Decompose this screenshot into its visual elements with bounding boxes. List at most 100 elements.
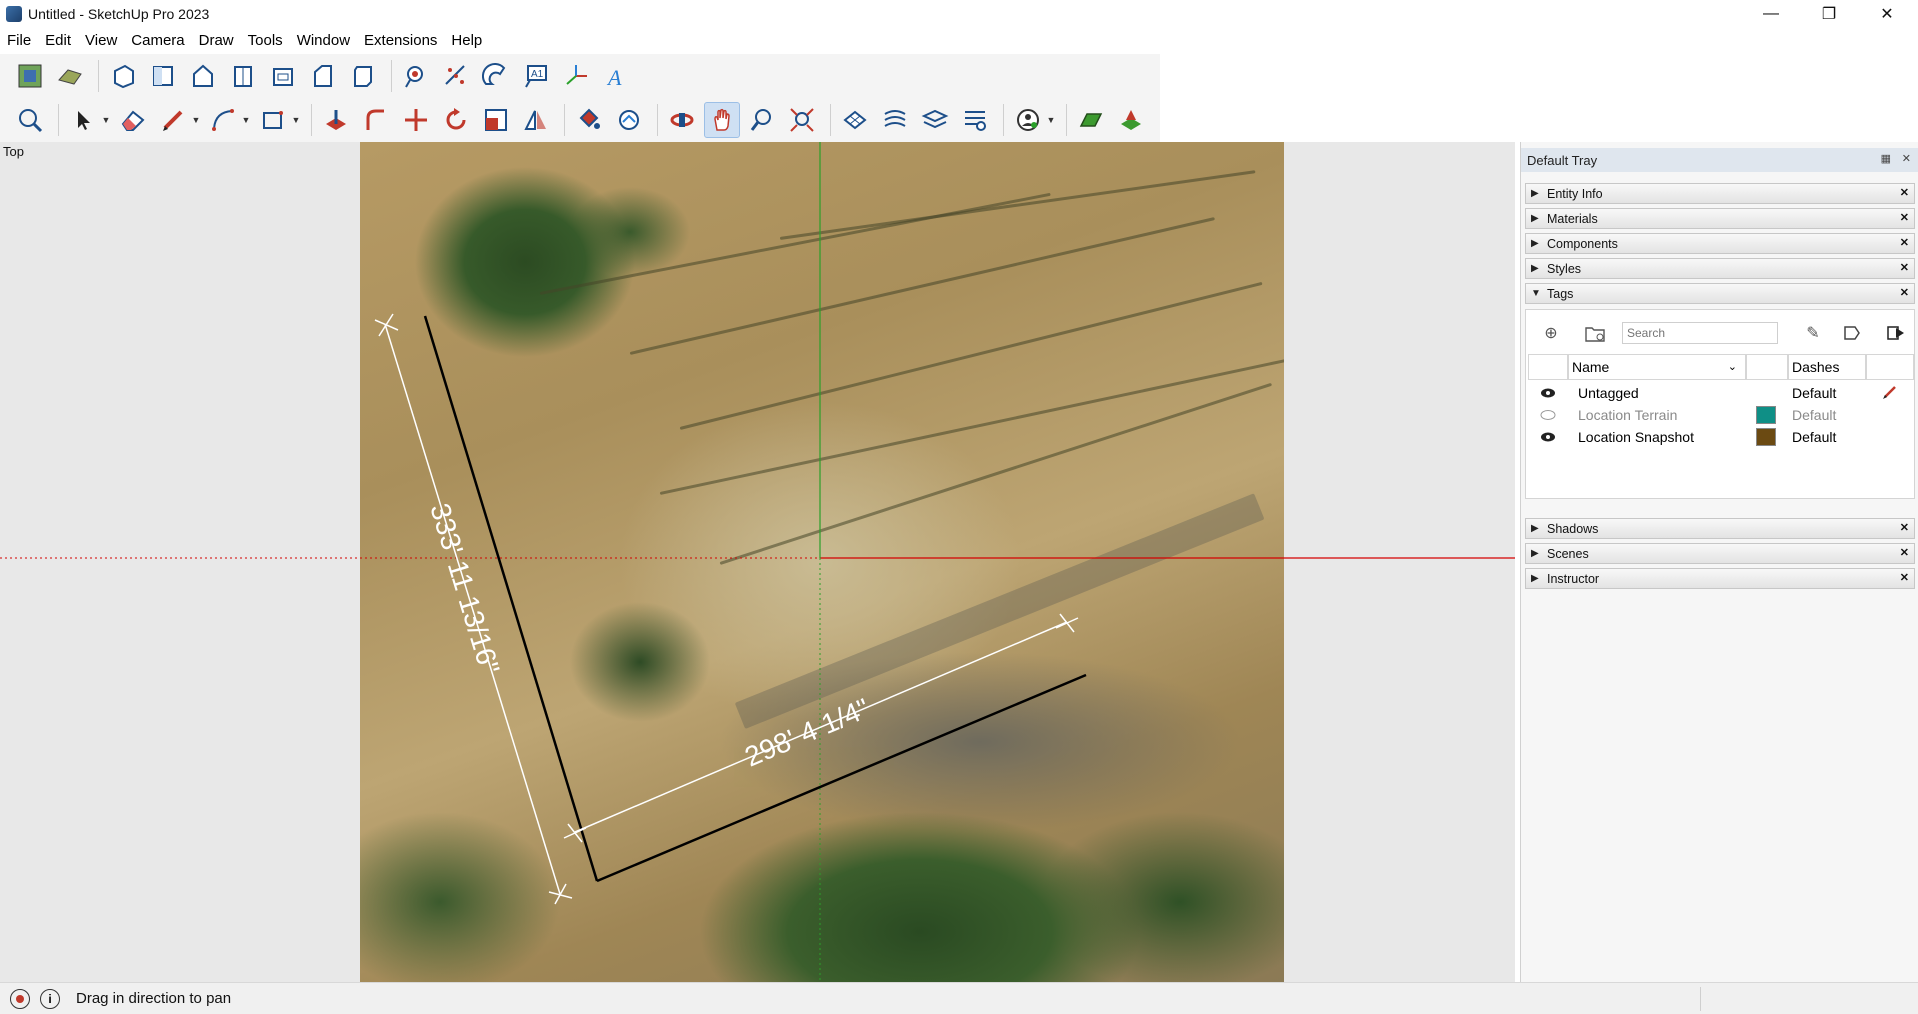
select-icon[interactable] <box>65 102 101 138</box>
pin-icon[interactable]: ▦ <box>1881 152 1891 165</box>
text-icon[interactable]: A1 <box>518 58 554 94</box>
panel-tags[interactable]: ▼ Tags ✕ <box>1525 283 1915 304</box>
tray-close-icon[interactable]: ✕ <box>1902 152 1911 165</box>
panel-close-icon[interactable]: ✕ <box>1900 571 1909 584</box>
sandbox-icon-2[interactable] <box>877 102 913 138</box>
dimension-icon[interactable] <box>438 58 474 94</box>
pencil-dropdown-icon[interactable]: ▼ <box>191 102 201 138</box>
pan-icon[interactable] <box>704 102 740 138</box>
tray-title: Default Tray <box>1527 152 1598 168</box>
minimize-button[interactable]: — <box>1742 0 1800 28</box>
add-tag-folder-icon[interactable] <box>1584 322 1606 344</box>
warehouse-icon[interactable] <box>1073 102 1109 138</box>
sandbox-icon-3[interactable] <box>917 102 953 138</box>
panel-close-icon[interactable]: ✕ <box>1900 286 1909 299</box>
terrain-icon[interactable] <box>52 58 88 94</box>
zoom-icon[interactable] <box>744 102 780 138</box>
top-view-icon[interactable] <box>145 58 181 94</box>
menu-view[interactable]: View <box>78 28 124 54</box>
3d-text-icon[interactable]: A <box>598 58 634 94</box>
panel-close-icon[interactable]: ✕ <box>1900 186 1909 199</box>
panel-materials[interactable]: ▶ Materials ✕ <box>1525 208 1915 229</box>
pencil-icon[interactable] <box>155 102 191 138</box>
tag-row-untagged[interactable]: Untagged Default <box>1526 382 1916 404</box>
orbit-icon[interactable] <box>664 102 700 138</box>
tag-color-swatch[interactable] <box>1756 406 1776 424</box>
details-arrow-icon[interactable] <box>1884 322 1906 344</box>
menu-window[interactable]: Window <box>290 28 357 54</box>
info-icon[interactable]: i <box>40 988 60 1009</box>
rotate-icon[interactable] <box>438 102 474 138</box>
panel-close-icon[interactable]: ✕ <box>1900 261 1909 274</box>
profile-dropdown-icon[interactable]: ▼ <box>1046 102 1056 138</box>
protractor-icon[interactable] <box>478 58 514 94</box>
menu-tools[interactable]: Tools <box>241 28 290 54</box>
toolbar-row-1: A1 A <box>0 54 1160 99</box>
offset-icon[interactable] <box>611 102 647 138</box>
profile-icon[interactable] <box>1010 102 1046 138</box>
panel-shadows[interactable]: ▶ Shadows ✕ <box>1525 518 1915 539</box>
select-dropdown-icon[interactable]: ▼ <box>101 102 111 138</box>
pencil-icon[interactable]: ✎ <box>1802 322 1824 344</box>
tag-color-swatch[interactable] <box>1756 428 1776 446</box>
right-view-icon[interactable] <box>225 58 261 94</box>
hidden-eye-icon[interactable] <box>1540 407 1556 423</box>
scale-icon[interactable] <box>478 102 514 138</box>
search-icon[interactable] <box>12 102 48 138</box>
follow-me-icon[interactable] <box>358 102 394 138</box>
arc-dropdown-icon[interactable]: ▼ <box>241 102 251 138</box>
edge-1 <box>423 315 599 882</box>
add-tag-icon[interactable]: ⊕ <box>1540 322 1562 344</box>
rectangle-dropdown-icon[interactable]: ▼ <box>291 102 301 138</box>
tape-measure-icon[interactable] <box>398 58 434 94</box>
column-name-header[interactable]: Name ⌄ <box>1568 354 1746 380</box>
menu-camera[interactable]: Camera <box>124 28 191 54</box>
left-view-icon[interactable] <box>305 58 341 94</box>
back-view-icon[interactable] <box>265 58 301 94</box>
panel-close-icon[interactable]: ✕ <box>1900 236 1909 249</box>
zoom-extents-icon[interactable] <box>784 102 820 138</box>
visible-eye-icon[interactable] <box>1540 385 1556 401</box>
maximize-button[interactable]: ❐ <box>1800 0 1858 28</box>
panel-instructor[interactable]: ▶ Instructor ✕ <box>1525 568 1915 589</box>
panel-styles[interactable]: ▶ Styles ✕ <box>1525 258 1915 279</box>
panel-components[interactable]: ▶ Components ✕ <box>1525 233 1915 254</box>
tags-search-input[interactable] <box>1622 322 1778 344</box>
flip-icon[interactable] <box>518 102 554 138</box>
menu-help[interactable]: Help <box>444 28 489 54</box>
panel-close-icon[interactable]: ✕ <box>1900 546 1909 559</box>
paint-bucket-icon[interactable] <box>571 102 607 138</box>
panel-close-icon[interactable]: ✕ <box>1900 211 1909 224</box>
active-tag-pencil-icon <box>1882 384 1898 403</box>
model-geometry: 333' 11 13/16" 298' 4 1/4" <box>0 142 1515 982</box>
model-viewport[interactable]: Top 333' 11 13/16" 298' 4 1/4" <box>0 142 1515 982</box>
tag-row-location-terrain[interactable]: Location Terrain Default <box>1526 404 1916 426</box>
rectangle-icon[interactable] <box>255 102 291 138</box>
front-view-icon[interactable] <box>185 58 221 94</box>
eraser-icon[interactable] <box>115 102 151 138</box>
tag-row-location-snapshot[interactable]: Location Snapshot Default <box>1526 426 1916 448</box>
panel-scenes[interactable]: ▶ Scenes ✕ <box>1525 543 1915 564</box>
sandbox-icon-1[interactable] <box>837 102 873 138</box>
iso-view-icon[interactable] <box>105 58 141 94</box>
sandbox-icon-4[interactable] <box>957 102 993 138</box>
dimension-label-1[interactable]: 333' 11 13/16" <box>424 500 505 678</box>
menu-extensions[interactable]: Extensions <box>357 28 444 54</box>
visible-eye-icon[interactable] <box>1540 429 1556 445</box>
geolocation-icon[interactable] <box>10 988 30 1009</box>
column-dashes-header[interactable]: Dashes <box>1788 354 1866 380</box>
arc-icon[interactable] <box>205 102 241 138</box>
extension-icon[interactable] <box>1113 102 1149 138</box>
panel-entity-info[interactable]: ▶ Entity Info ✕ <box>1525 183 1915 204</box>
add-location-icon[interactable] <box>12 58 48 94</box>
axes-icon[interactable] <box>558 58 594 94</box>
close-button[interactable]: ✕ <box>1858 0 1916 28</box>
menu-draw[interactable]: Draw <box>192 28 241 54</box>
push-pull-icon[interactable] <box>318 102 354 138</box>
menu-edit[interactable]: Edit <box>38 28 78 54</box>
move-icon[interactable] <box>398 102 434 138</box>
tag-tool-icon[interactable] <box>1840 322 1862 344</box>
bottom-view-icon[interactable] <box>345 58 381 94</box>
menu-file[interactable]: File <box>0 28 38 54</box>
panel-close-icon[interactable]: ✕ <box>1900 521 1909 534</box>
